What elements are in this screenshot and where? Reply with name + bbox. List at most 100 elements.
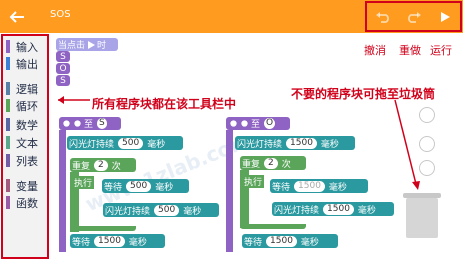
run-button[interactable] bbox=[429, 3, 460, 30]
wait-block[interactable]: 等待 500 毫秒 bbox=[102, 179, 189, 193]
category-label: 文本 bbox=[16, 136, 38, 150]
block-label: 等待 bbox=[272, 182, 291, 193]
flash-block[interactable]: 闪光灯持续 1500 毫秒 bbox=[235, 136, 355, 150]
function-name-field[interactable]: O bbox=[264, 118, 276, 129]
func-to-label: 至 bbox=[251, 120, 261, 130]
annotation-undo: 撤消 bbox=[364, 44, 386, 57]
block-unit: 毫秒 bbox=[300, 237, 319, 248]
category-label: 变量 bbox=[16, 179, 38, 193]
function-o-header[interactable]: 至 O bbox=[226, 117, 290, 130]
category-variables[interactable]: 变量 bbox=[6, 178, 49, 193]
block-unit: 次 bbox=[281, 159, 291, 170]
do-text: 执行 bbox=[242, 174, 265, 188]
function-name-field[interactable]: S bbox=[97, 118, 107, 129]
project-title: SOS bbox=[50, 9, 71, 20]
flash-block[interactable]: 闪光灯持续 500 毫秒 bbox=[67, 136, 183, 150]
category-label: 输入 bbox=[16, 40, 38, 54]
repeat-footer bbox=[70, 226, 136, 231]
category-loops[interactable]: 循环 bbox=[6, 98, 49, 113]
category-label: 逻辑 bbox=[16, 82, 38, 96]
category-color-swatch bbox=[6, 154, 10, 167]
duration-field[interactable]: 1500 bbox=[294, 180, 325, 192]
recenter-icon[interactable] bbox=[419, 107, 435, 123]
wait-block[interactable]: 等待 1500 毫秒 bbox=[270, 179, 368, 193]
category-label: 数学 bbox=[16, 118, 38, 132]
category-text[interactable]: 文本 bbox=[6, 135, 49, 150]
category-color-swatch bbox=[6, 99, 10, 112]
function-body-rail bbox=[59, 130, 66, 252]
do-label: 执行 bbox=[70, 175, 102, 189]
back-button[interactable] bbox=[6, 6, 28, 28]
category-math[interactable]: 数学 bbox=[6, 117, 49, 132]
zoom-in-icon[interactable] bbox=[419, 136, 435, 152]
category-lists[interactable]: 列表 bbox=[6, 153, 49, 168]
block-label: 重复 bbox=[242, 159, 261, 170]
category-output[interactable]: 输出 bbox=[6, 56, 49, 71]
do-text: 执行 bbox=[72, 175, 95, 189]
gear-icon bbox=[241, 120, 248, 127]
flash-block[interactable]: 闪光灯持续 500 毫秒 bbox=[103, 203, 219, 217]
duration-field[interactable]: 1500 bbox=[266, 235, 297, 247]
undo-button[interactable] bbox=[367, 3, 398, 30]
function-s-header[interactable]: 至 S bbox=[59, 117, 121, 130]
play-icon bbox=[440, 11, 450, 22]
annotation-redo: 重做 bbox=[399, 44, 421, 57]
annotation-toolbar: 所有程序块都在该工具栏中 bbox=[92, 97, 237, 111]
block-letter: S bbox=[60, 51, 66, 62]
block-category-toolbox: 输入 输出 逻辑 循环 数学 文本 列表 变量 函数 bbox=[1, 34, 49, 259]
duration-field[interactable]: 500 bbox=[154, 204, 180, 216]
play-icon bbox=[88, 40, 96, 49]
repeat-footer bbox=[240, 224, 306, 229]
back-arrow-icon bbox=[9, 11, 24, 23]
category-label: 输出 bbox=[16, 57, 38, 71]
category-color-swatch bbox=[6, 196, 10, 209]
block-unit: 毫秒 bbox=[357, 205, 376, 216]
category-color-swatch bbox=[6, 136, 10, 149]
block-letter: O bbox=[59, 63, 67, 74]
gear-icon bbox=[74, 120, 81, 127]
annotation-run: 运行 bbox=[430, 44, 452, 57]
flash-block[interactable]: 闪光灯持续 1500 毫秒 bbox=[272, 202, 394, 216]
duration-field[interactable]: 1500 bbox=[323, 203, 354, 215]
block-unit: 毫秒 bbox=[320, 139, 339, 150]
when-clicked-hat-block[interactable]: 当点击 时 bbox=[56, 38, 118, 51]
call-s-block[interactable]: S bbox=[56, 51, 70, 62]
category-label: 列表 bbox=[16, 154, 38, 168]
repeat-count-field[interactable]: 2 bbox=[94, 159, 108, 171]
category-color-swatch bbox=[6, 179, 10, 192]
trash-can-icon[interactable] bbox=[406, 198, 438, 238]
wait-block[interactable]: 等待 1500 毫秒 bbox=[242, 234, 338, 248]
block-unit: 毫秒 bbox=[128, 237, 147, 248]
block-unit: 毫秒 bbox=[328, 182, 347, 193]
category-label: 函数 bbox=[16, 196, 38, 210]
repeat-count-field[interactable]: 2 bbox=[264, 157, 278, 169]
block-label: 闪光灯持续 bbox=[69, 139, 115, 150]
call-o-block[interactable]: O bbox=[56, 63, 70, 74]
duration-field[interactable]: 1500 bbox=[286, 137, 317, 149]
duration-field[interactable]: 500 bbox=[118, 137, 144, 149]
action-buttons-group bbox=[365, 1, 462, 32]
repeat-block[interactable]: 重复 2 次 bbox=[70, 158, 136, 172]
wait-block[interactable]: 等待 1500 毫秒 bbox=[70, 234, 165, 248]
undo-icon bbox=[375, 11, 389, 23]
annotation-trash: 不要的程序块可拖至垃圾筒 bbox=[291, 87, 436, 101]
repeat-block[interactable]: 重复 2 次 bbox=[240, 156, 306, 170]
block-unit: 次 bbox=[111, 161, 121, 172]
block-letter: S bbox=[60, 75, 66, 86]
top-app-bar: SOS bbox=[0, 0, 463, 33]
category-logic[interactable]: 逻辑 bbox=[6, 81, 49, 96]
block-label: 闪光灯持续 bbox=[274, 205, 320, 216]
call-s-block[interactable]: S bbox=[56, 75, 70, 86]
block-label: 等待 bbox=[244, 237, 263, 248]
duration-field[interactable]: 500 bbox=[126, 180, 152, 192]
category-color-swatch bbox=[6, 40, 10, 53]
block-label: 重复 bbox=[72, 161, 91, 172]
redo-button[interactable] bbox=[398, 3, 429, 30]
block-label: 等待 bbox=[104, 182, 123, 193]
zoom-out-icon[interactable] bbox=[419, 160, 435, 176]
block-label: 闪光灯持续 bbox=[237, 139, 283, 150]
category-input[interactable]: 输入 bbox=[6, 39, 49, 54]
category-functions[interactable]: 函数 bbox=[6, 195, 49, 210]
duration-field[interactable]: 1500 bbox=[94, 235, 125, 247]
hat-suffix: 时 bbox=[97, 41, 107, 51]
